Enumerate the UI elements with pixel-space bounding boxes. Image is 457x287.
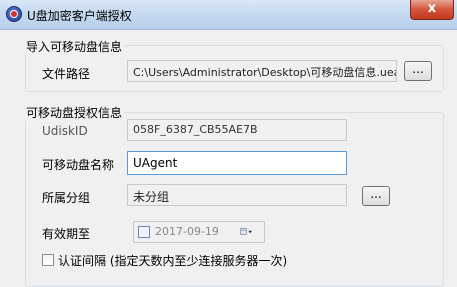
- auth-interval-label: 认证间隔 (指定天数内至少连接服务器一次): [58, 254, 288, 268]
- expiry-date-value: 2017-09-19: [155, 225, 219, 238]
- group-label: 所属分组: [42, 191, 91, 205]
- disk-name-input[interactable]: UAgent: [127, 151, 347, 175]
- app-icon: [6, 6, 22, 22]
- file-path-label: 文件路径: [42, 67, 91, 81]
- expiry-label: 有效期至: [42, 227, 91, 241]
- title-bar: U盘加密客户端授权 x: [0, 0, 457, 30]
- calendar-dropdown-icon[interactable]: [240, 225, 254, 239]
- browse-group-button[interactable]: ...: [362, 186, 390, 206]
- window-title: U盘加密客户端授权: [27, 9, 132, 23]
- group-field: 未分组: [127, 184, 347, 206]
- udisk-id-label: UdiskID: [42, 124, 88, 138]
- auth-group-title: 可移动盘授权信息: [24, 104, 125, 121]
- import-group-title: 导入可移动盘信息: [24, 38, 125, 55]
- udisk-id-field: 058F_6387_CB55AE7B: [127, 119, 347, 141]
- browse-file-button[interactable]: ...: [404, 61, 432, 81]
- disk-name-label: 可移动盘名称: [42, 158, 115, 172]
- close-button[interactable]: x: [410, 0, 454, 20]
- calendar-checkbox-icon[interactable]: [138, 226, 150, 238]
- file-path-field[interactable]: C:\Users\Administrator\Desktop\可移动盘信息.ue…: [127, 60, 397, 82]
- auth-interval-checkbox[interactable]: [42, 254, 54, 266]
